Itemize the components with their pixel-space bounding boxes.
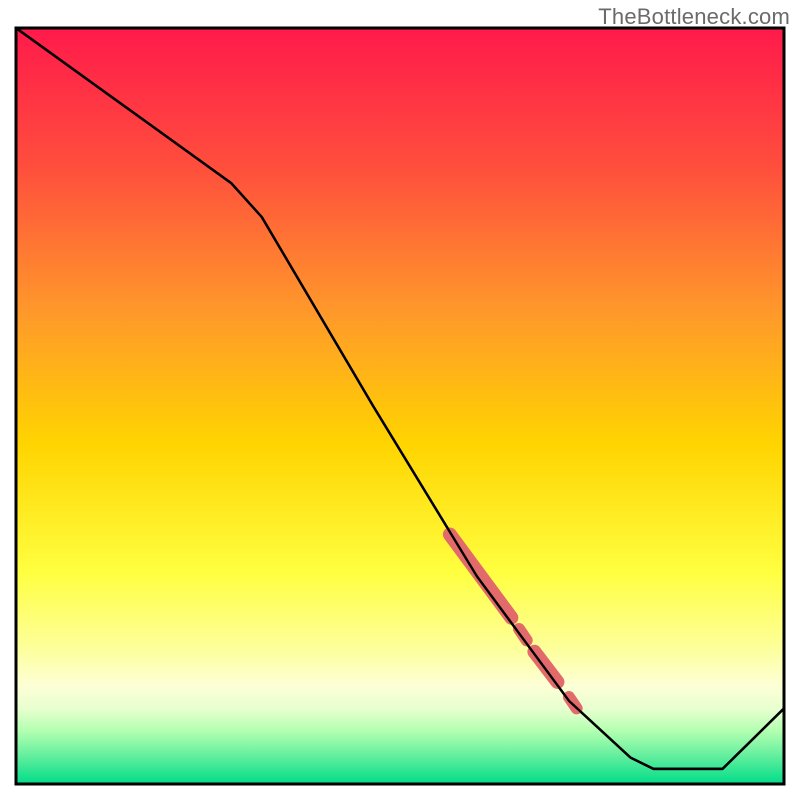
chart-container: TheBottleneck.com: [0, 0, 800, 800]
chart-svg: [0, 0, 800, 800]
watermark-text: TheBottleneck.com: [598, 4, 790, 30]
plot-group: [16, 28, 784, 784]
